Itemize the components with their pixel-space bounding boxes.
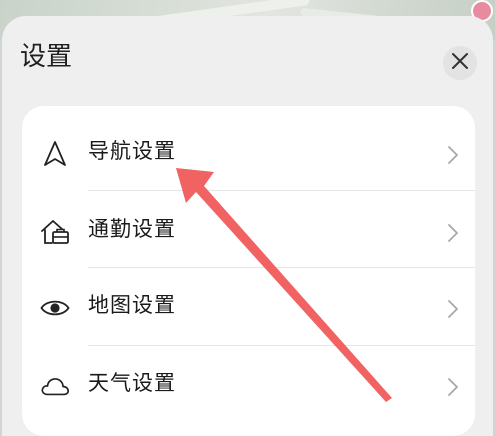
settings-item-navigation[interactable]: 导航设置 [22,112,475,190]
settings-list: 导航设置 通勤设置 地图设置 天气设置 [22,106,475,436]
settings-item-commute[interactable]: 通勤设置 [22,190,475,268]
page-title: 设置 [20,42,73,72]
settings-item-label: 导航设置 [88,139,176,163]
chevron-right-icon [446,377,460,397]
settings-item-label: 地图设置 [88,293,176,317]
settings-item-label: 天气设置 [88,371,176,395]
chevron-right-icon [446,223,460,243]
settings-item-label: 通勤设置 [88,217,176,241]
navigation-arrow-icon [40,139,70,169]
close-button[interactable] [443,46,477,80]
eye-icon [40,293,70,323]
chevron-right-icon [446,299,460,319]
home-briefcase-icon [40,217,70,247]
settings-item-map[interactable]: 地图设置 [22,266,475,344]
settings-item-weather[interactable]: 天气设置 [22,344,475,422]
chevron-right-icon [446,145,460,165]
cloud-icon [40,371,70,401]
close-icon [451,52,469,74]
